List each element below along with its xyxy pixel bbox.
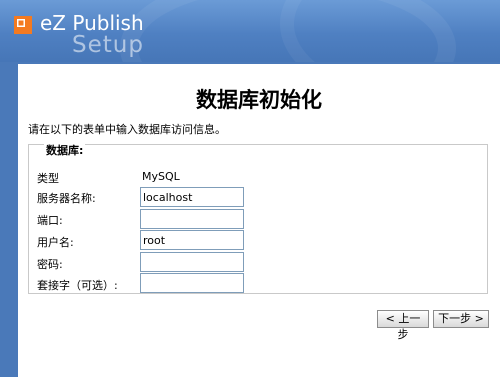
previous-step-button[interactable]: < 上一步 [377, 310, 429, 341]
socket-input[interactable] [140, 273, 244, 293]
type-value: MySQL [142, 170, 180, 183]
password-input[interactable] [140, 252, 244, 272]
setup-header: eZ Publish Setup [0, 0, 500, 62]
database-legend: 数据库: [44, 142, 86, 158]
socket-label: 套接字（可选）: [37, 279, 118, 292]
ez-logo-icon [14, 16, 32, 34]
password-label: 密码: [37, 258, 63, 271]
next-step-button[interactable]: 下一步 > [433, 310, 489, 328]
intro-text: 请在以下的表单中输入数据库访问信息。 [28, 123, 226, 136]
port-label: 端口: [37, 214, 63, 227]
server-label: 服务器名称: [37, 192, 96, 205]
header-decoration [280, 0, 500, 62]
content-panel: 数据库初始化 请在以下的表单中输入数据库访问信息。 数据库: 类型 MySQL … [18, 64, 500, 377]
user-label: 用户名: [37, 236, 74, 249]
database-fieldset [28, 144, 488, 294]
port-input[interactable] [140, 209, 244, 229]
logo-subtitle: Setup [72, 32, 144, 58]
user-input[interactable] [140, 230, 244, 250]
server-input[interactable] [140, 187, 244, 207]
type-label: 类型 [37, 172, 59, 185]
page-title: 数据库初始化 [196, 88, 322, 112]
